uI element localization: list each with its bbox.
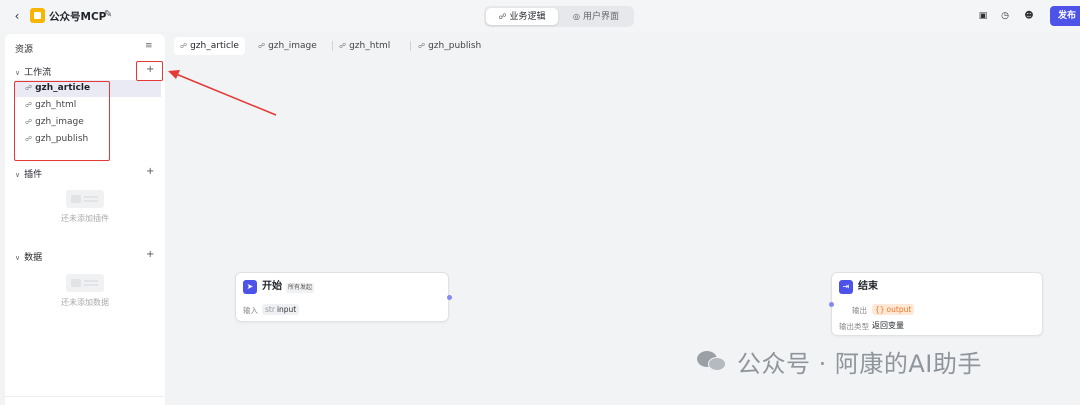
tab-label: gzh_article [190, 41, 239, 51]
workflow-icon: ☍ [180, 42, 188, 50]
end-node[interactable]: ⇥ 结束 输出 {} output 输出类型 返回变量 [829, 272, 1043, 336]
view-switcher: ☍ 业务逻辑 ◎ 用户界面 [484, 6, 634, 27]
flow-icon: ☍ [498, 12, 507, 21]
wechat-icon [697, 347, 729, 375]
empty-plugins-illustration [66, 190, 104, 208]
tab-divider [410, 41, 411, 51]
workflow-icon: ☍ [339, 42, 347, 50]
highlight-add-workflow [136, 61, 163, 81]
start-node-title: 开始 [262, 281, 282, 292]
edit-icon[interactable]: ✎ [104, 9, 112, 20]
output-port[interactable] [447, 295, 452, 300]
tab-user-interface[interactable]: ◎ 用户界面 [560, 8, 632, 25]
end-icon: ⇥ [839, 280, 853, 294]
section-plugins[interactable]: ∨ 插件 [15, 167, 42, 180]
input-port[interactable] [829, 302, 834, 307]
highlight-workflow-list [14, 81, 110, 161]
collapse-sidebar-icon[interactable]: ≡ [145, 41, 153, 51]
publish-button[interactable]: 发布 [1050, 6, 1080, 26]
watermark: 公众号 · 阿康的AI助手 [697, 345, 982, 378]
tab-label: gzh_publish [428, 41, 482, 51]
empty-data-text: 还未添加数据 [61, 298, 109, 307]
start-node[interactable]: ➤ 开始 所有发起 输入 str input [235, 272, 452, 322]
chevron-down-icon: ∨ [15, 69, 21, 77]
tab-label: gzh_image [268, 41, 317, 51]
start-icon: ➤ [243, 280, 257, 294]
tab-gzh-publish[interactable]: ☍ gzh_publish [412, 37, 487, 55]
screen-icon[interactable]: ▣ [976, 9, 990, 23]
tab-gzh-article[interactable]: ☍ gzh_article [174, 37, 245, 55]
chevron-down-icon: ∨ [15, 254, 21, 262]
section-plugins-label: 插件 [24, 170, 43, 180]
end-node-title: 结束 [858, 281, 878, 292]
output-label: 输出 [852, 306, 867, 315]
tab-gzh-html[interactable]: ☍ gzh_html [333, 37, 396, 55]
section-data-label: 数据 [24, 253, 43, 263]
editor-tabs: ☍ gzh_article ☍ gzh_image ☍ gzh_html ☍ gzh_p… [170, 34, 1080, 58]
chevron-left-icon[interactable]: ‹ [10, 8, 24, 24]
history-icon[interactable]: ◷ [998, 9, 1012, 23]
tab-gzh-image[interactable]: ☍ gzh_image [252, 37, 323, 55]
tab-business-logic[interactable]: ☍ 业务逻辑 [486, 8, 558, 25]
palette-icon: ◎ [573, 12, 580, 21]
add-plugin-button[interactable]: + [146, 166, 154, 177]
app-title: 公众号MCP [49, 11, 107, 23]
input-name: input [276, 305, 297, 314]
watermark-text: 公众号 · 阿康的AI助手 [737, 349, 982, 378]
workflow-icon: ☍ [258, 42, 266, 50]
section-data[interactable]: ∨ 数据 [15, 250, 42, 263]
sidebar-title: 资源 [15, 45, 34, 55]
app-icon [30, 8, 45, 23]
input-label: 输入 [243, 306, 258, 315]
output-type: {} [875, 305, 885, 314]
empty-plugins-text: 还未添加插件 [61, 214, 109, 223]
top-bar: ‹ 公众号MCP ✎ ☍ 业务逻辑 ◎ 用户界面 ▣ ◷ ☻ 发布 [0, 0, 1080, 32]
tab-user-interface-label: 用户界面 [582, 12, 619, 22]
users-icon[interactable]: ☻ [1022, 9, 1036, 23]
output-kind-value: 返回变量 [872, 321, 904, 330]
section-workflow[interactable]: ∨ 工作流 [15, 65, 51, 78]
output-variable: {} output [872, 304, 915, 315]
trigger-badge: 所有发起 [286, 283, 315, 293]
add-data-button[interactable]: + [146, 249, 154, 260]
input-type: str [265, 305, 275, 314]
output-name: output [886, 305, 912, 314]
chevron-down-icon: ∨ [15, 171, 21, 179]
section-workflow-label: 工作流 [24, 68, 52, 78]
input-variable: str input [262, 304, 300, 315]
empty-data-illustration [66, 274, 104, 292]
tab-business-logic-label: 业务逻辑 [509, 12, 546, 22]
workflow-icon: ☍ [418, 42, 426, 50]
output-kind-label: 输出类型 [839, 322, 869, 331]
tab-label: gzh_html [349, 41, 391, 51]
divider [5, 396, 165, 397]
